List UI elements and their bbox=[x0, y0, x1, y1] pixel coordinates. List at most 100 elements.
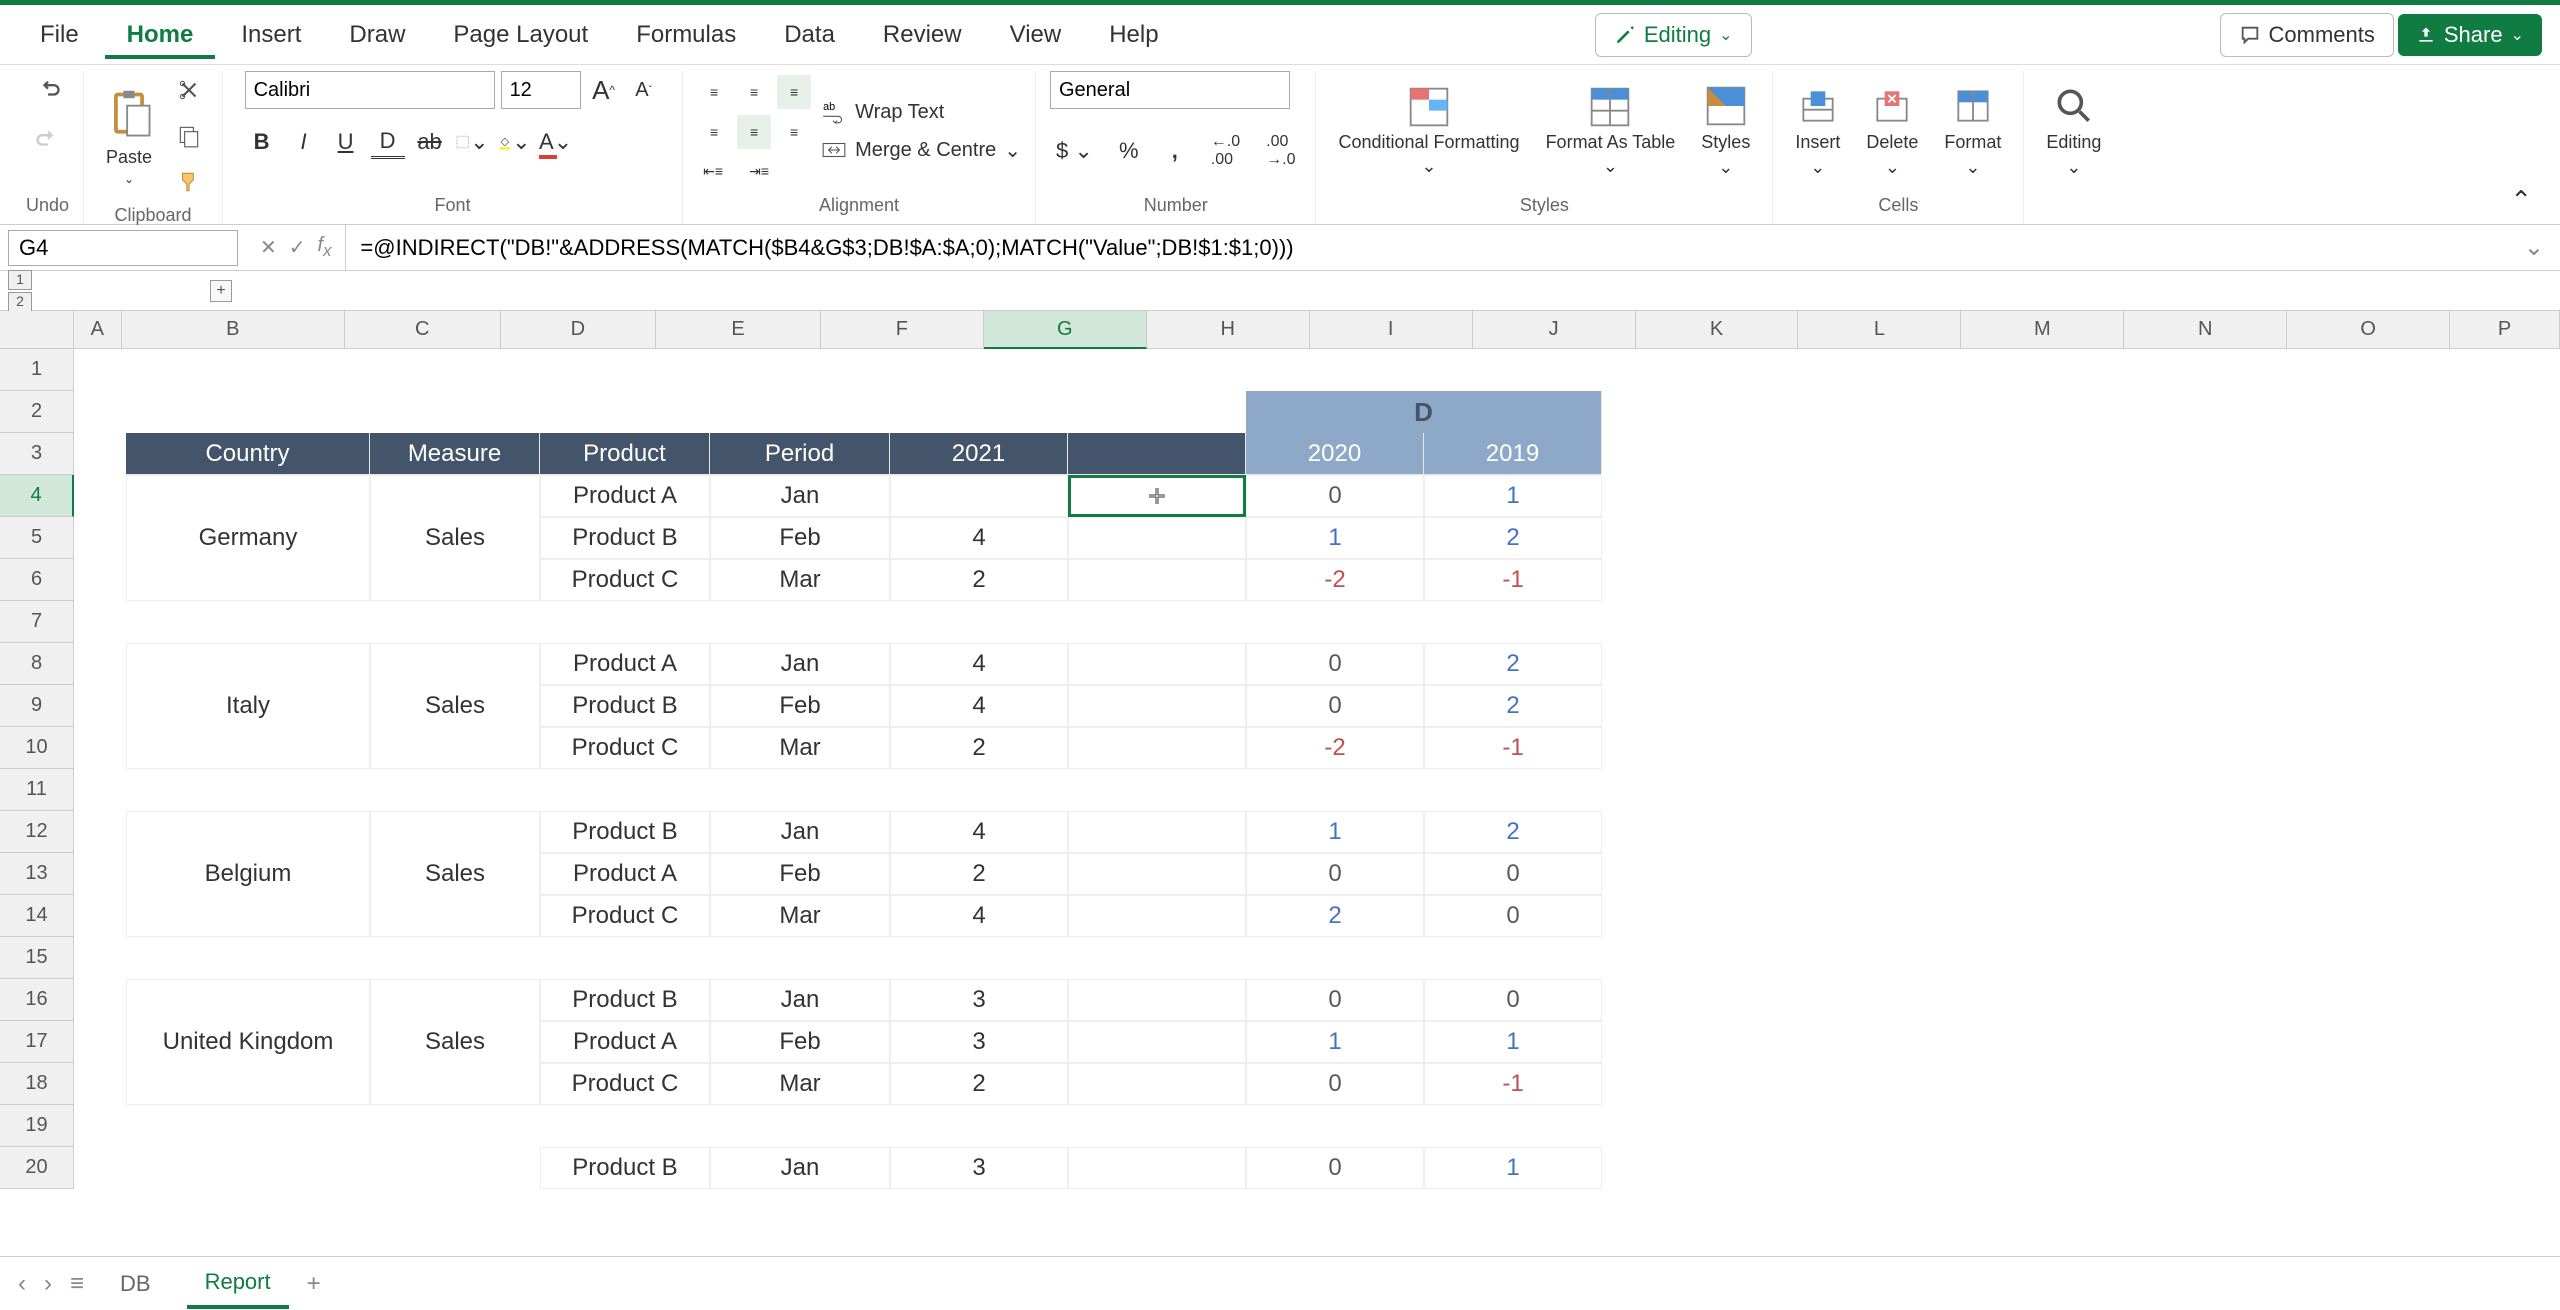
cell-H13[interactable]: 0 bbox=[1246, 853, 1424, 895]
outline-level-2[interactable]: 2 bbox=[8, 292, 32, 312]
menu-data[interactable]: Data bbox=[762, 11, 857, 59]
menu-help[interactable]: Help bbox=[1087, 11, 1180, 59]
undo-button[interactable] bbox=[28, 71, 68, 111]
col-header-I[interactable]: I bbox=[1310, 311, 1473, 349]
cell-D8[interactable]: Product A bbox=[540, 643, 710, 685]
cell-D16[interactable]: Product B bbox=[540, 979, 710, 1021]
menu-page-layout[interactable]: Page Layout bbox=[431, 11, 610, 59]
insert-cells-button[interactable]: Insert ⌄ bbox=[1787, 80, 1848, 182]
header-measure[interactable]: Measure bbox=[370, 433, 540, 475]
redo-button[interactable] bbox=[28, 121, 68, 161]
menu-formulas[interactable]: Formulas bbox=[614, 11, 758, 59]
cell-E18[interactable]: Mar bbox=[710, 1063, 890, 1105]
name-box[interactable] bbox=[8, 230, 238, 266]
decrease-indent-button[interactable]: ⇤≡ bbox=[697, 155, 729, 187]
cell-F16[interactable]: 3 bbox=[890, 979, 1068, 1021]
row-header-17[interactable]: 17 bbox=[0, 1021, 74, 1063]
cell-F5[interactable]: 4 bbox=[890, 517, 1068, 559]
country-germany[interactable]: Germany bbox=[126, 475, 370, 601]
conditional-formatting-button[interactable]: Conditional Formatting ⌄ bbox=[1330, 81, 1527, 182]
col-header-A[interactable]: A bbox=[74, 311, 122, 349]
cell-H14[interactable]: 2 bbox=[1246, 895, 1424, 937]
align-middle-button[interactable]: ≡ bbox=[737, 75, 771, 109]
col-header-G[interactable]: G bbox=[984, 311, 1147, 349]
row-header-20[interactable]: 20 bbox=[0, 1147, 74, 1189]
header-2020[interactable]: 2020 bbox=[1246, 433, 1424, 475]
menu-draw[interactable]: Draw bbox=[327, 11, 427, 59]
wrap-text-button[interactable]: ab Wrap Text bbox=[821, 99, 1021, 125]
cell-G12[interactable] bbox=[1068, 811, 1246, 853]
copy-button[interactable] bbox=[170, 117, 208, 155]
cell-D5[interactable]: Product B bbox=[540, 517, 710, 559]
align-top-button[interactable]: ≡ bbox=[697, 75, 731, 109]
cell-E12[interactable]: Jan bbox=[710, 811, 890, 853]
cell-F17[interactable]: 3 bbox=[890, 1021, 1068, 1063]
cut-button[interactable] bbox=[170, 71, 208, 109]
cancel-formula-button[interactable]: ✕ bbox=[260, 235, 277, 260]
align-center-button[interactable]: ≡ bbox=[737, 115, 771, 149]
country-italy[interactable]: Italy bbox=[126, 643, 370, 769]
col-header-H[interactable]: H bbox=[1147, 311, 1310, 349]
cell-H12[interactable]: 1 bbox=[1246, 811, 1424, 853]
cell-F9[interactable]: 4 bbox=[890, 685, 1068, 727]
row-header-19[interactable]: 19 bbox=[0, 1105, 74, 1147]
cell-H4[interactable]: 0 bbox=[1246, 475, 1424, 517]
expand-formula-bar-button[interactable]: ⌄ bbox=[2508, 233, 2560, 262]
cell-G13[interactable] bbox=[1068, 853, 1246, 895]
percent-button[interactable]: % bbox=[1113, 132, 1145, 170]
col-header-D[interactable]: D bbox=[501, 311, 657, 349]
col-header-N[interactable]: N bbox=[2124, 311, 2287, 349]
row-header-1[interactable]: 1 bbox=[0, 349, 74, 391]
cell-E13[interactable]: Feb bbox=[710, 853, 890, 895]
row-header-16[interactable]: 16 bbox=[0, 979, 74, 1021]
share-button[interactable]: Share ⌄ bbox=[2398, 14, 2542, 56]
cell-F18[interactable]: 2 bbox=[890, 1063, 1068, 1105]
col-header-B[interactable]: B bbox=[122, 311, 345, 349]
increase-indent-button[interactable]: ⇥≡ bbox=[743, 155, 775, 187]
cell-I14[interactable]: 0 bbox=[1424, 895, 1602, 937]
cell-G6[interactable] bbox=[1068, 559, 1246, 601]
country-belgium[interactable]: Belgium bbox=[126, 811, 370, 937]
row-header-3[interactable]: 3 bbox=[0, 433, 74, 475]
cell-H10[interactable]: -2 bbox=[1246, 727, 1424, 769]
collapse-ribbon-button[interactable]: ⌃ bbox=[2494, 177, 2548, 224]
cell-H9[interactable]: 0 bbox=[1246, 685, 1424, 727]
cell-G18[interactable] bbox=[1068, 1063, 1246, 1105]
cell-G10[interactable] bbox=[1068, 727, 1246, 769]
sheet-tab-db[interactable]: DB bbox=[102, 1261, 169, 1307]
d-section-header[interactable]: D bbox=[1246, 391, 1602, 433]
cell-D12[interactable]: Product B bbox=[540, 811, 710, 853]
cell-E9[interactable]: Feb bbox=[710, 685, 890, 727]
cell-G14[interactable] bbox=[1068, 895, 1246, 937]
align-bottom-button[interactable]: ≡ bbox=[777, 75, 811, 109]
row-header-12[interactable]: 12 bbox=[0, 811, 74, 853]
cell-E20[interactable]: Jan bbox=[710, 1147, 890, 1189]
format-cells-button[interactable]: Format ⌄ bbox=[1936, 80, 2009, 182]
select-all-corner[interactable] bbox=[0, 311, 74, 349]
cell-C4[interactable]: Sales bbox=[370, 475, 540, 601]
cell-F10[interactable]: 2 bbox=[890, 727, 1068, 769]
col-header-F[interactable]: F bbox=[821, 311, 984, 349]
col-header-C[interactable]: C bbox=[345, 311, 501, 349]
cell-H20[interactable]: 0 bbox=[1246, 1147, 1424, 1189]
cell-G9[interactable] bbox=[1068, 685, 1246, 727]
header-2019[interactable]: 2019 bbox=[1424, 433, 1602, 475]
number-format-select[interactable] bbox=[1050, 71, 1290, 109]
sheet-tab-report[interactable]: Report bbox=[187, 1259, 289, 1309]
underline-button[interactable]: U bbox=[329, 125, 363, 159]
cell-I9[interactable]: 2 bbox=[1424, 685, 1602, 727]
cell-C8[interactable]: Sales bbox=[370, 643, 540, 769]
cell-H5[interactable]: 1 bbox=[1246, 517, 1424, 559]
cell-C16[interactable]: Sales bbox=[370, 979, 540, 1105]
tab-prev-button[interactable]: ‹ bbox=[18, 1270, 26, 1298]
cell-E4[interactable]: Jan bbox=[710, 475, 890, 517]
row-header-5[interactable]: 5 bbox=[0, 517, 74, 559]
comma-button[interactable]: , bbox=[1159, 132, 1191, 170]
cell-G4[interactable] bbox=[1068, 475, 1246, 517]
enter-formula-button[interactable]: ✓ bbox=[289, 235, 306, 260]
cell-H17[interactable]: 1 bbox=[1246, 1021, 1424, 1063]
cell-D17[interactable]: Product A bbox=[540, 1021, 710, 1063]
cell-E10[interactable]: Mar bbox=[710, 727, 890, 769]
formula-input[interactable] bbox=[346, 225, 2507, 270]
cell-D18[interactable]: Product C bbox=[540, 1063, 710, 1105]
